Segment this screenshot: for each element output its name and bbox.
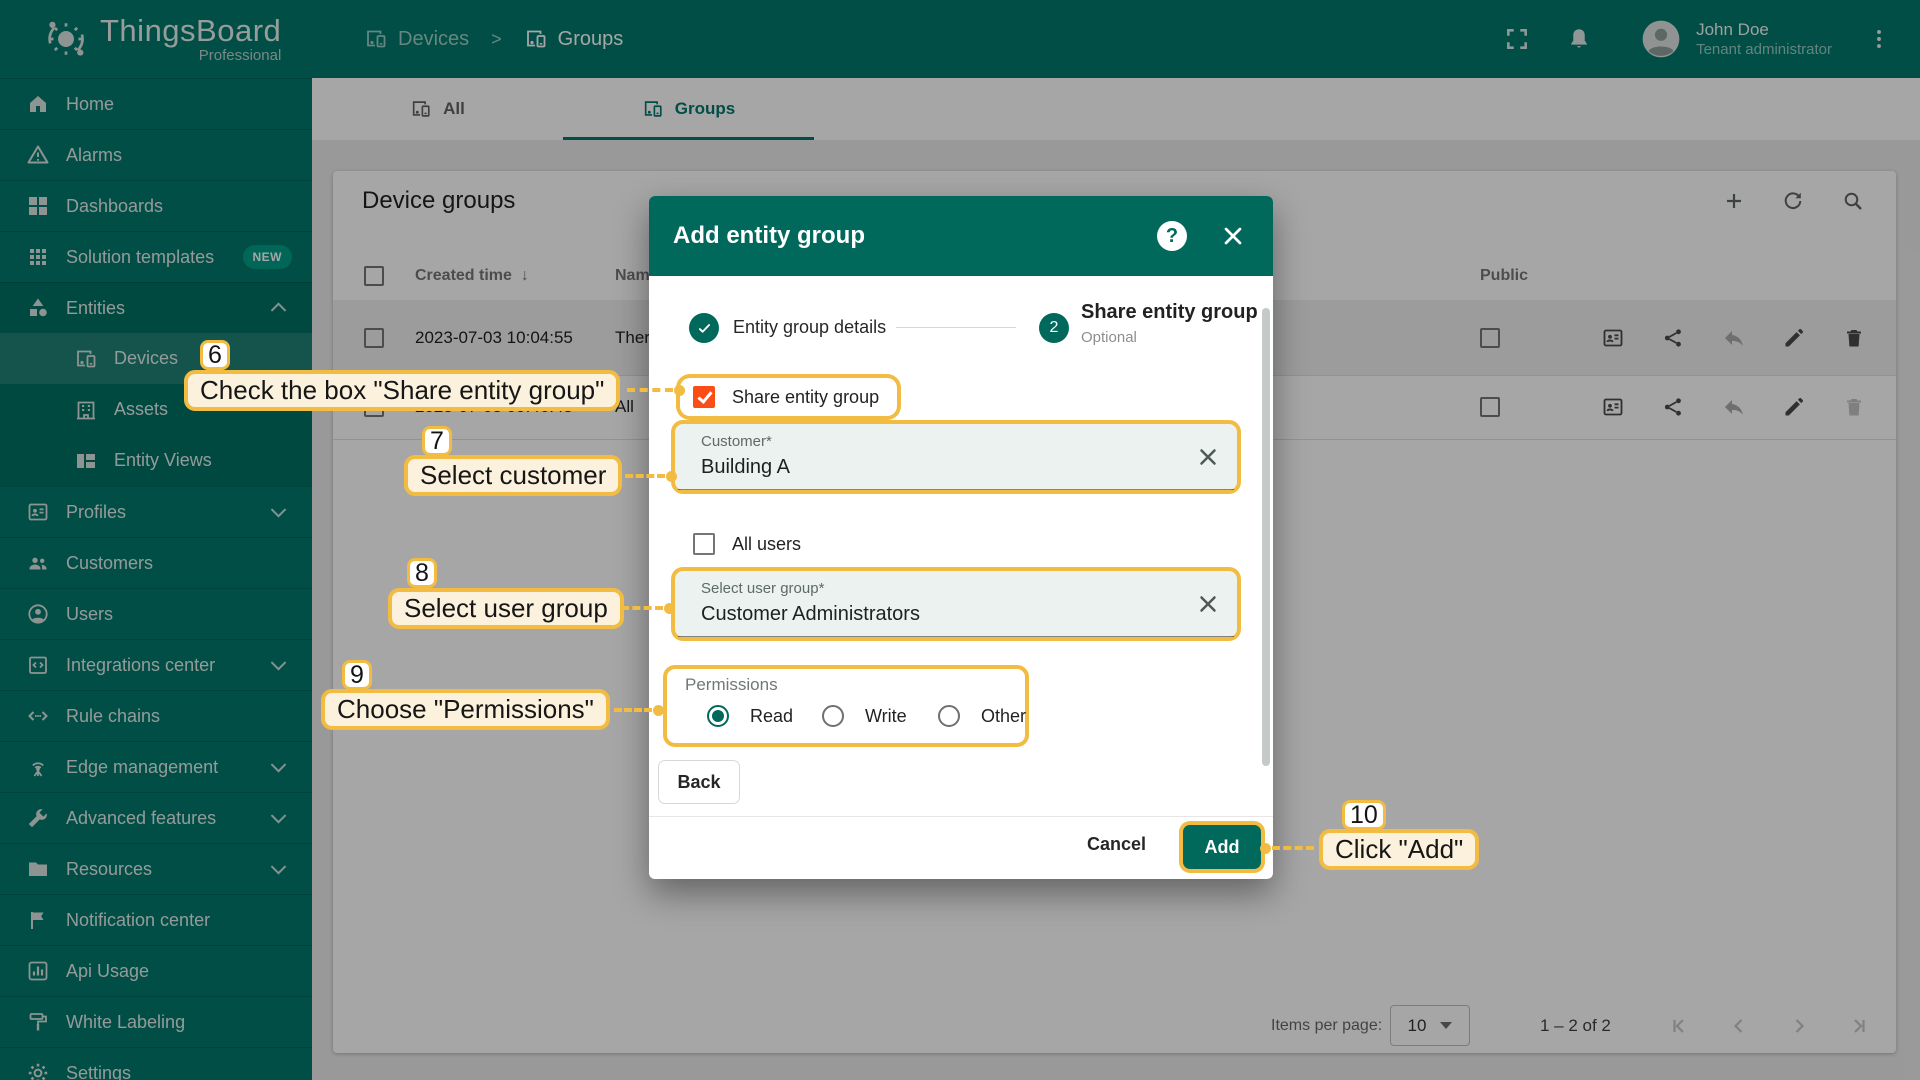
customer-field[interactable]: Customer* Building A [675,424,1237,490]
annotation-label: Select user group [388,588,624,629]
dialog-header: Add entity group ? [649,196,1273,276]
radio-other-label: Other [981,706,1026,727]
add-entity-group-dialog: Add entity group ? Entity group details … [649,196,1273,879]
annotation-label: Select customer [404,455,622,496]
share-entity-group-label: Share entity group [732,387,879,408]
annotation-label: Check the box "Share entity group" [184,370,620,411]
annotation-step-badge: 9 [342,660,372,690]
stepper-connector [896,327,1016,328]
annotation-step-badge: 10 [1342,800,1386,830]
step-2-number: 2 [1050,319,1059,337]
annotation-connector [614,708,652,712]
back-button[interactable]: Back [658,760,740,804]
check-icon [696,320,713,337]
annotation-label: Click "Add" [1319,829,1479,870]
annotation-step-badge: 8 [407,558,437,588]
user-group-field-label: Select user group* [701,580,824,597]
step-1-label: Entity group details [733,317,886,338]
radio-write-label: Write [865,706,907,727]
share-entity-group-checkbox[interactable] [693,386,715,408]
application-window: ThingsBoard Professional Devices > Group… [0,0,1920,1080]
all-users-label: All users [732,534,801,555]
cancel-button[interactable]: Cancel [1087,834,1146,855]
share-entity-group-row: Share entity group [680,378,897,416]
close-icon[interactable] [1219,222,1247,250]
radio-read-label: Read [750,706,793,727]
radio-other[interactable] [938,705,960,727]
annotation-connector [625,474,665,478]
step-2-indicator[interactable]: 2 [1039,313,1069,343]
permissions-label: Permissions [685,675,778,695]
step-2-label: Share entity group [1081,300,1258,325]
all-users-row: All users [693,533,801,555]
modal-scrollbar[interactable] [1262,308,1270,766]
clear-icon[interactable] [1195,591,1221,617]
dialog-title: Add entity group [673,222,865,250]
customer-field-label: Customer* [701,433,772,450]
step-2-labels: Share entity group Optional [1081,300,1258,347]
radio-read[interactable] [707,705,729,727]
step-1-indicator[interactable] [689,313,719,343]
customer-field-value: Building A [701,456,790,479]
user-group-field[interactable]: Select user group* Customer Administrato… [675,571,1237,637]
user-group-field-value: Customer Administrators [701,603,920,626]
annotation-connector [627,388,673,392]
add-button[interactable]: Add [1183,825,1261,869]
annotation-connector [1272,846,1314,850]
permissions-group: Permissions Read Write Other [663,665,1029,747]
annotation-step-badge: 6 [200,340,230,370]
annotation-step-badge: 7 [422,426,452,456]
clear-icon[interactable] [1195,444,1221,470]
step-2-hint: Optional [1081,328,1258,347]
footer-divider [649,816,1273,817]
all-users-checkbox[interactable] [693,533,715,555]
annotation-connector [621,606,663,610]
radio-write[interactable] [822,705,844,727]
annotation-label: Choose "Permissions" [321,689,610,730]
help-icon[interactable]: ? [1157,221,1187,251]
